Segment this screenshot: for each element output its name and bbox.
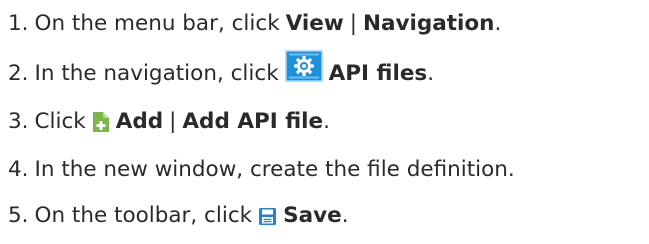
step-end: . <box>341 203 349 229</box>
step-text: Click <box>34 109 86 135</box>
step-3: 3. Click Add | Add API file . <box>8 102 330 142</box>
step-number: 2. <box>8 61 29 87</box>
step-number: 4. <box>8 157 29 183</box>
add-document-icon <box>92 111 110 133</box>
save-icon <box>258 207 277 226</box>
menu-view-label: View <box>285 11 344 37</box>
menu-separator: | <box>169 109 177 135</box>
step-end: . <box>427 61 435 87</box>
api-files-label: API files <box>328 61 428 87</box>
step-text: On the toolbar, click <box>34 203 253 229</box>
step-1: 1. On the menu bar, click View | Navigat… <box>8 4 501 44</box>
step-number: 5. <box>8 203 29 229</box>
add-label: Add <box>115 109 164 135</box>
step-text: On the menu bar, click <box>34 11 280 37</box>
step-text: In the new window, create the file defin… <box>34 157 515 183</box>
menu-navigation-label: Navigation <box>362 11 495 37</box>
step-4: 4. In the new window, create the file de… <box>8 150 515 190</box>
step-2: 2. In the navigation, click API files . <box>8 50 435 94</box>
step-5: 5. On the toolbar, click Save . <box>8 196 349 236</box>
add-api-file-label: Add API file <box>182 109 324 135</box>
api-files-gear-icon <box>284 50 323 82</box>
menu-separator: | <box>349 11 357 37</box>
step-text: In the navigation, click <box>34 61 279 87</box>
step-end: . <box>494 11 502 37</box>
instruction-steps: 1. On the menu bar, click View | Navigat… <box>0 0 649 244</box>
step-end: . <box>323 109 330 135</box>
step-number: 1. <box>8 11 29 37</box>
save-label: Save <box>283 203 342 229</box>
step-number: 3. <box>8 109 29 135</box>
